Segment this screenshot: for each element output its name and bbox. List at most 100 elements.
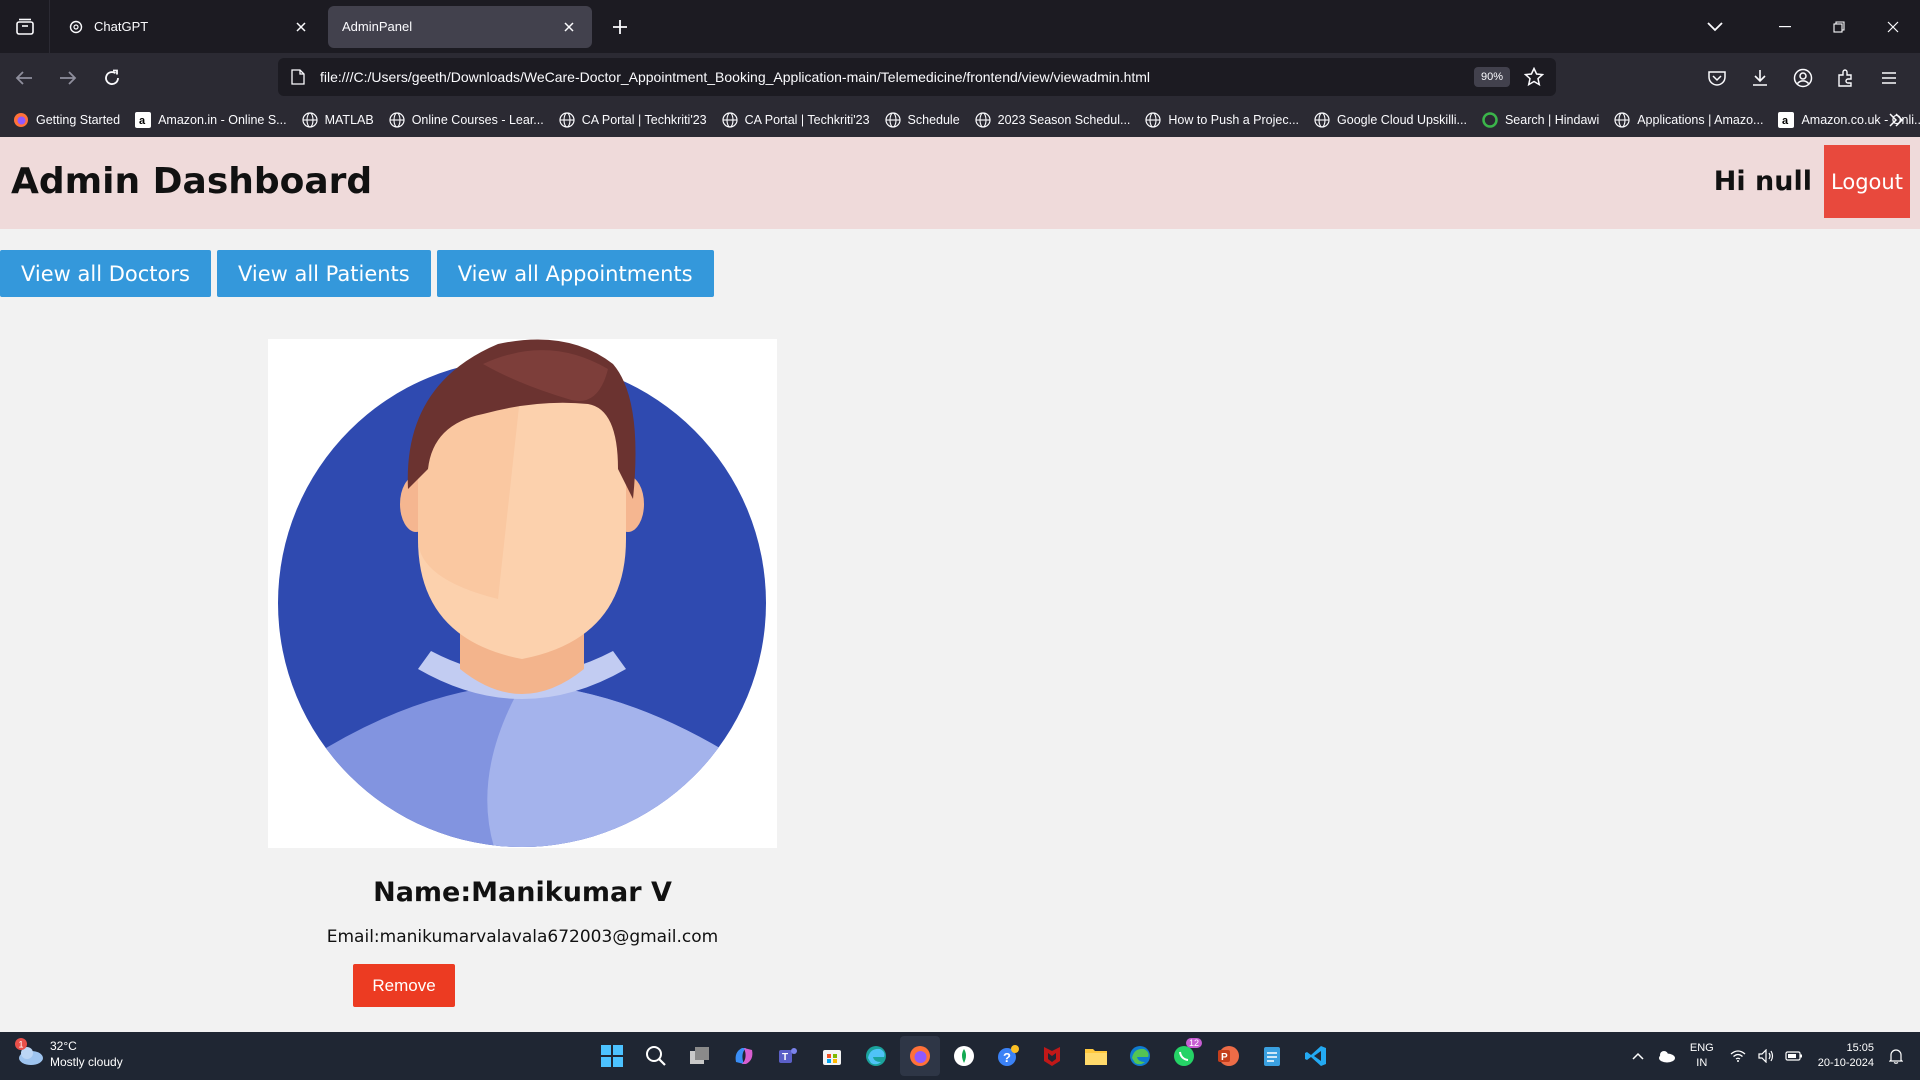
- globe-icon: [388, 111, 406, 129]
- back-arrow-icon[interactable]: [4, 58, 44, 98]
- search-icon[interactable]: [636, 1036, 676, 1076]
- remove-button[interactable]: Remove: [353, 964, 455, 1007]
- bookmark-item[interactable]: CA Portal | Techkriti'23: [558, 111, 707, 129]
- pocket-icon[interactable]: [1695, 58, 1738, 98]
- bookmark-label: CA Portal | Techkriti'23: [744, 113, 870, 127]
- bookmark-item[interactable]: CA Portal | Techkriti'23: [721, 111, 870, 129]
- avatar-illustration: [278, 339, 766, 847]
- globe-icon: [721, 111, 739, 129]
- globe-icon: [974, 111, 992, 129]
- onedrive-icon[interactable]: [1654, 1036, 1678, 1076]
- help-icon[interactable]: ?: [988, 1036, 1028, 1076]
- new-tab-plus-icon[interactable]: [602, 9, 638, 45]
- chatgpt-icon: [68, 19, 84, 35]
- battery-icon[interactable]: [1782, 1036, 1806, 1076]
- edge-icon[interactable]: [856, 1036, 896, 1076]
- teams-icon[interactable]: T: [768, 1036, 808, 1076]
- firefox-icon[interactable]: [900, 1036, 940, 1076]
- bookmark-label: Schedule: [907, 113, 960, 127]
- chevron-down-icon[interactable]: [1700, 12, 1730, 42]
- bookmark-item[interactable]: 2023 Season Schedul...: [974, 111, 1130, 129]
- amazon-icon: a: [134, 111, 152, 129]
- bookmark-item[interactable]: MATLAB: [301, 111, 374, 129]
- whatsapp-icon[interactable]: 12: [1164, 1036, 1204, 1076]
- weather-temp: 32°C: [50, 1039, 77, 1053]
- mongodb-compass-icon[interactable]: [944, 1036, 984, 1076]
- bookmark-label: Applications | Amazo...: [1637, 113, 1764, 127]
- notification-bell-icon[interactable]: [1884, 1036, 1908, 1076]
- browser-window: ChatGPT AdminPanel file:///C:/Users/geet…: [0, 0, 1920, 137]
- bookmark-item[interactable]: How to Push a Projec...: [1144, 111, 1299, 129]
- clock[interactable]: 15:05 20-10-2024: [1818, 1041, 1874, 1071]
- account-icon[interactable]: [1781, 58, 1824, 98]
- close-icon[interactable]: [560, 18, 578, 36]
- language-indicator[interactable]: ENG IN: [1690, 1041, 1714, 1071]
- edge-icon[interactable]: [1120, 1036, 1160, 1076]
- minimize-icon[interactable]: [1758, 0, 1812, 53]
- file-page-icon: [288, 67, 308, 87]
- url-text[interactable]: file:///C:/Users/geeth/Downloads/WeCare-…: [320, 69, 1474, 85]
- close-icon[interactable]: [292, 18, 310, 36]
- logout-button[interactable]: Logout: [1824, 145, 1910, 218]
- download-icon[interactable]: [1738, 58, 1781, 98]
- svg-text:a: a: [139, 115, 146, 127]
- bookmark-label: Getting Started: [36, 113, 121, 127]
- chevron-double-right-icon[interactable]: [1886, 110, 1906, 130]
- hamburger-menu-icon[interactable]: [1867, 58, 1910, 98]
- view-appointments-button[interactable]: View all Appointments: [436, 250, 714, 297]
- region-code: IN: [1696, 1057, 1708, 1069]
- globe-icon: [1613, 111, 1631, 129]
- firefox-icon: [12, 111, 30, 129]
- mcafee-icon[interactable]: [1032, 1036, 1072, 1076]
- task-view-icon[interactable]: [680, 1036, 720, 1076]
- svg-text:P: P: [1221, 1052, 1228, 1063]
- bookmark-item[interactable]: Applications | Amazo...: [1613, 111, 1763, 129]
- zoom-level-badge[interactable]: 90%: [1473, 67, 1510, 87]
- copilot-icon[interactable]: [724, 1036, 764, 1076]
- tab-adminpanel[interactable]: AdminPanel: [328, 5, 592, 48]
- bookmark-star-icon[interactable]: [1522, 65, 1546, 89]
- bookmark-item[interactable]: Schedule: [884, 111, 960, 129]
- svg-text:T: T: [782, 1052, 788, 1063]
- windows-start-icon[interactable]: [592, 1036, 632, 1076]
- view-patients-button[interactable]: View all Patients: [216, 250, 431, 297]
- hindawi-icon: [1481, 111, 1499, 129]
- weather-desc: Mostly cloudy: [50, 1055, 123, 1069]
- volume-icon[interactable]: [1754, 1036, 1778, 1076]
- tab-list-icon[interactable]: [0, 0, 50, 53]
- bookmark-item[interactable]: Getting Started: [12, 111, 120, 129]
- powerpoint-icon[interactable]: P: [1208, 1036, 1248, 1076]
- view-doctors-button[interactable]: View all Doctors: [0, 250, 211, 297]
- chevron-up-icon[interactable]: [1626, 1036, 1650, 1076]
- globe-icon: [884, 111, 902, 129]
- globe-icon: [1313, 111, 1331, 129]
- restore-icon[interactable]: [1812, 0, 1866, 53]
- notepad-icon[interactable]: [1252, 1036, 1292, 1076]
- globe-icon: [558, 111, 576, 129]
- bookmark-item[interactable]: Search | Hindawi: [1481, 111, 1599, 129]
- clock-time: 15:05: [1846, 1042, 1874, 1054]
- window-close-icon[interactable]: [1866, 0, 1920, 53]
- page-content: Admin Dashboard Hi null Logout View all …: [0, 137, 1920, 1032]
- user-greeting: Hi null: [1713, 166, 1812, 197]
- admin-card: Name:Manikumar V Email:manikumarvalavala…: [268, 339, 777, 1007]
- vscode-icon[interactable]: [1296, 1036, 1336, 1076]
- address-bar[interactable]: file:///C:/Users/geeth/Downloads/WeCare-…: [278, 58, 1556, 96]
- tab-chatgpt[interactable]: ChatGPT: [54, 6, 324, 48]
- weather-widget[interactable]: 1 32°C Mostly cloudy: [14, 1038, 123, 1070]
- bookmark-label: Google Cloud Upskilli...: [1337, 113, 1467, 127]
- globe-icon: [1144, 111, 1162, 129]
- wifi-icon[interactable]: [1726, 1036, 1750, 1076]
- bookmark-item[interactable]: Online Courses - Lear...: [388, 111, 544, 129]
- forward-arrow-icon[interactable]: [48, 58, 88, 98]
- bookmark-label: How to Push a Projec...: [1168, 113, 1300, 127]
- navigation-toolbar: file:///C:/Users/geeth/Downloads/WeCare-…: [0, 53, 1920, 103]
- taskbar-apps: T ? 12 P: [590, 1036, 1338, 1076]
- reload-icon[interactable]: [92, 58, 132, 98]
- bookmark-item[interactable]: Google Cloud Upskilli...: [1313, 111, 1467, 129]
- system-tray: ENG IN 15:05 20-10-2024: [1624, 1036, 1910, 1076]
- file-explorer-icon[interactable]: [1076, 1036, 1116, 1076]
- store-icon[interactable]: [812, 1036, 852, 1076]
- bookmark-item[interactable]: a Amazon.in - Online S...: [134, 111, 287, 129]
- extensions-icon[interactable]: [1824, 58, 1867, 98]
